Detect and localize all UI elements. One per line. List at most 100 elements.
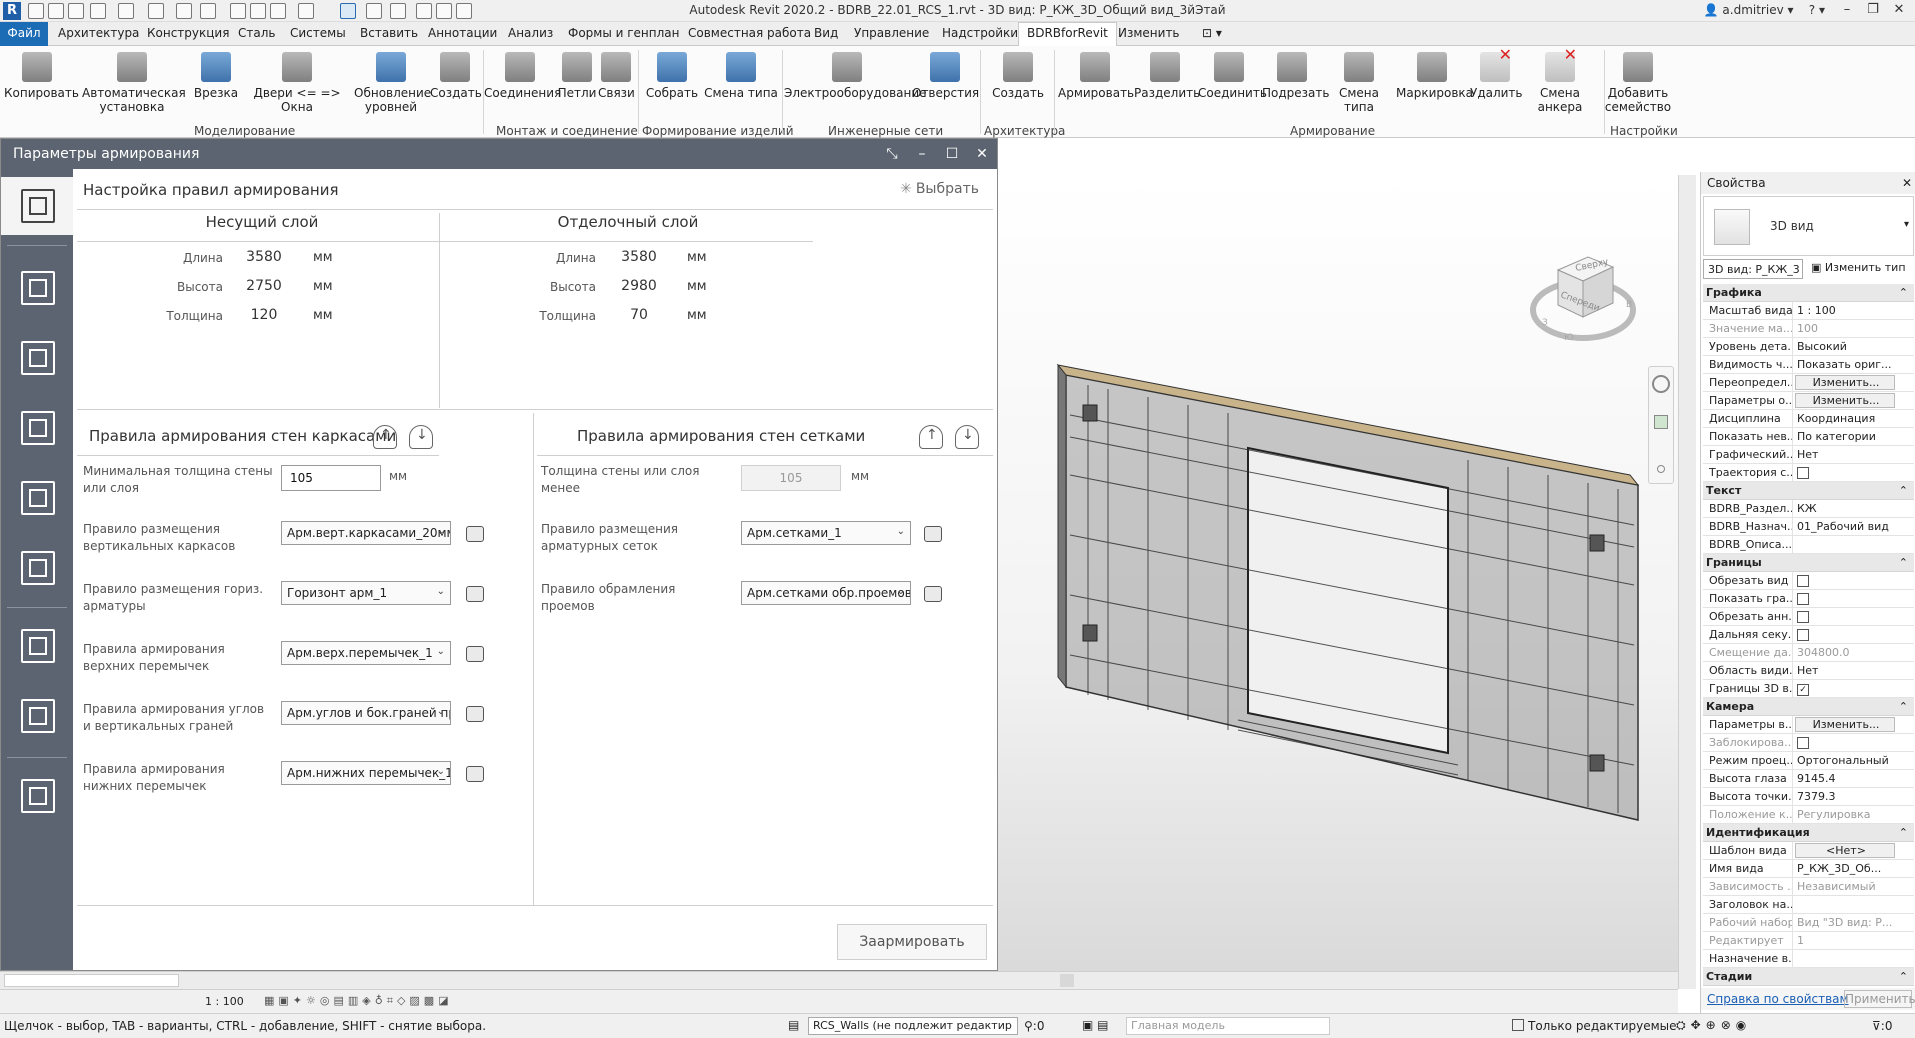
property-value[interactable]: Высокий (1795, 338, 1902, 355)
property-checkbox[interactable] (1795, 734, 1902, 754)
tab-file[interactable]: Файл (0, 22, 48, 46)
opening-framing-edit-icon[interactable] (924, 586, 942, 602)
property-row[interactable]: Уровень дета... Высокий (1703, 338, 1914, 356)
property-row[interactable]: Смещение да... 304800.0 (1703, 644, 1914, 662)
update-levels-button[interactable]: Обновление уровней (354, 52, 431, 114)
sidebar-item-meshes[interactable] (7, 617, 67, 675)
trim-button[interactable]: Подрезать (1262, 52, 1329, 100)
property-row[interactable]: Дисциплина Координация (1703, 410, 1914, 428)
property-row[interactable]: Рабочий набор Вид "3D вид: Р... (1703, 914, 1914, 932)
properties-category[interactable]: Стадии (1703, 968, 1914, 986)
edit-type-button[interactable]: ▣ Изменить тип (1811, 261, 1906, 274)
tab-analyze[interactable]: Анализ (508, 26, 553, 40)
sidebar-item-top-lintels[interactable] (7, 399, 67, 457)
vertical-frames-edit-icon[interactable] (466, 526, 484, 542)
open-icon[interactable] (28, 3, 44, 19)
property-value[interactable]: Показать ориг... (1795, 356, 1902, 373)
property-value[interactable]: 1 : 100 (1795, 302, 1902, 319)
property-row[interactable]: Высота точки... 7379.3 (1703, 788, 1914, 806)
tab-insert[interactable]: Вставить (360, 26, 418, 40)
tab-view[interactable]: Вид (814, 26, 838, 40)
property-value[interactable]: Нет (1795, 662, 1902, 679)
dialog-minimize-icon[interactable]: – (907, 139, 937, 169)
sidebar-item-mesh-openings[interactable] (7, 687, 67, 745)
loops-button[interactable]: Петли (556, 52, 598, 100)
design-option-select[interactable]: Главная модель (1126, 1017, 1330, 1035)
create-arch-button[interactable]: Создать (988, 52, 1048, 100)
3d-view-icon[interactable] (298, 3, 314, 19)
property-value[interactable]: КЖ (1795, 500, 1902, 517)
corners-rule-select[interactable]: Арм.углов и бок.граней прое⌄ (281, 701, 451, 725)
tile-icon[interactable] (416, 3, 432, 19)
property-checkbox[interactable] (1795, 572, 1902, 592)
tab-addins[interactable]: Надстройки (942, 26, 1018, 40)
properties-category[interactable]: Границы (1703, 554, 1914, 572)
viewport-vertical-scrollbar[interactable] (1678, 175, 1696, 989)
undo-icon[interactable] (118, 3, 134, 19)
property-row[interactable]: Положение к... Регулировка (1703, 806, 1914, 824)
property-checkbox[interactable] (1795, 464, 1902, 484)
property-edit-button[interactable]: Изменить... (1795, 717, 1895, 732)
property-value[interactable]: По категории (1795, 428, 1902, 445)
auto-place-button[interactable]: Автоматическая установка (82, 52, 186, 114)
properties-category[interactable]: Идентификация (1703, 824, 1914, 842)
steering-wheel-icon[interactable] (1652, 375, 1670, 393)
property-row[interactable]: Заголовок на... (1703, 896, 1914, 914)
dialog-title-bar[interactable]: Параметры армирования ⤡ – ☐ ✕ (1, 139, 997, 169)
type-selector[interactable]: 3D вид ▾ (1703, 196, 1914, 256)
property-checkbox[interactable] (1795, 680, 1902, 697)
opening-framing-rule-select[interactable]: Арм.сетками обр.проемов_1 ⌄ (741, 581, 911, 605)
frames-import-icon[interactable] (373, 425, 397, 449)
mesh-import-icon[interactable] (919, 425, 943, 449)
tab-massing[interactable]: Формы и генплан (568, 26, 680, 40)
split-button[interactable]: Разделить (1134, 52, 1200, 100)
change-anchor-button[interactable]: Смена анкера (1520, 48, 1600, 114)
mesh-export-icon[interactable] (955, 425, 979, 449)
sync-icon[interactable] (90, 3, 106, 19)
select-button[interactable]: ✳ Выбрать (900, 181, 979, 197)
workset-select[interactable]: RCS_Walls (не подлежит редактир (808, 1017, 1018, 1035)
minimize-icon[interactable]: – (1837, 2, 1857, 20)
property-value[interactable]: 01_Рабочий вид (1795, 518, 1902, 535)
property-checkbox[interactable] (1795, 590, 1902, 610)
property-value[interactable]: Р_КЖ_3D_Об... (1795, 860, 1902, 877)
property-row[interactable]: Высота глаза 9145.4 (1703, 770, 1914, 788)
tab-architecture[interactable]: Архитектура (58, 26, 139, 40)
change-type-rebar-button[interactable]: Смена типа (1324, 52, 1394, 114)
properties-apply-button[interactable]: Применить (1844, 990, 1915, 1008)
tab-bdrbforrevit[interactable]: BDRBforRevit (1018, 22, 1117, 47)
horizontal-rebar-edit-icon[interactable] (466, 586, 484, 602)
openings-button[interactable]: Отверстия (912, 52, 979, 100)
bottom-lintels-rule-select[interactable]: Арм.нижних перемычек_1 ⌄ (281, 761, 451, 785)
close-hidden-icon[interactable] (366, 3, 382, 19)
thin-lines-icon[interactable] (340, 3, 356, 19)
property-value[interactable]: Координация (1795, 410, 1902, 427)
tagging-button[interactable]: Маркировка (1396, 52, 1473, 100)
ribbon-options-icon[interactable]: ⊡ ▾ (1202, 26, 1222, 40)
dimension-icon[interactable] (230, 3, 246, 19)
property-checkbox[interactable] (1795, 608, 1902, 628)
copy-button[interactable]: Копировать (4, 52, 79, 100)
property-row[interactable]: Значение ма... 100 (1703, 320, 1914, 338)
properties-category[interactable]: Камера (1703, 698, 1914, 716)
electrical-button[interactable]: Электрооборудование (784, 52, 927, 100)
mesh-placement-edit-icon[interactable] (924, 526, 942, 542)
property-row[interactable]: Дальняя секу... (1703, 626, 1914, 644)
bottom-lintels-edit-icon[interactable] (466, 766, 484, 782)
property-value[interactable]: 9145.4 (1795, 770, 1902, 787)
property-row[interactable]: Показать нев... По категории (1703, 428, 1914, 446)
close-icon[interactable]: ✕ (1902, 172, 1912, 194)
mesh-placement-rule-select[interactable]: Арм.сетками_1 ⌄ (741, 521, 911, 545)
view-control-icons[interactable]: ▦▣✦☼◎▤▥◈♁⌗◇▨▩◪ (264, 994, 453, 1008)
change-type-button[interactable]: Смена типа (702, 52, 780, 100)
property-row[interactable]: Имя вида Р_КЖ_3D_Об... (1703, 860, 1914, 878)
min-thickness-input[interactable] (281, 465, 381, 491)
view-scale[interactable]: 1 : 100 (205, 995, 244, 1008)
scroll-thumb[interactable] (1060, 974, 1074, 987)
selection-option-icons[interactable]: ⛭✥⊕⊗◉ (1676, 1018, 1751, 1033)
navigation-bar[interactable] (1648, 366, 1674, 484)
dialog-resize-icon[interactable]: ⤡ (877, 139, 907, 169)
reinforce-apply-button[interactable]: Заармировать (837, 924, 987, 960)
tab-collaborate[interactable]: Совместная работа (688, 26, 811, 40)
save-icon[interactable] (68, 3, 84, 19)
